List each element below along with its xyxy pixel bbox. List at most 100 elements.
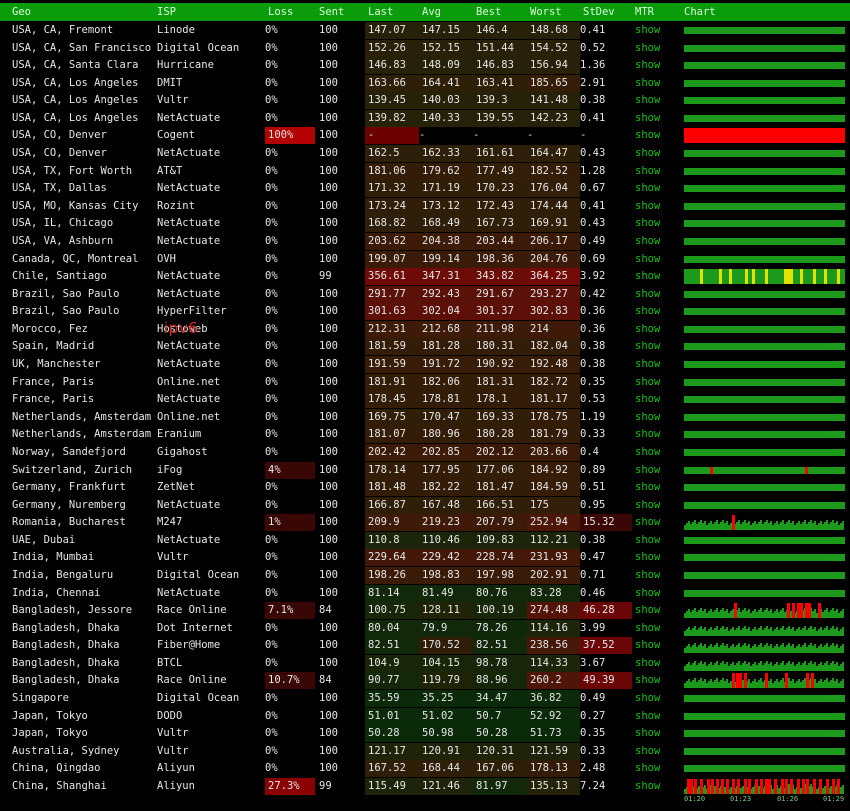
cell-loss: 0% bbox=[265, 621, 278, 634]
latency-chart-bar bbox=[684, 466, 845, 474]
mtr-show-link[interactable]: show bbox=[635, 145, 660, 162]
chart-loss-mark bbox=[808, 603, 811, 619]
chart-jitter-mark bbox=[813, 269, 816, 285]
cell-loss: 10.7% bbox=[265, 672, 315, 690]
mtr-show-link[interactable]: show bbox=[635, 374, 660, 391]
cell-worst: 148.68 bbox=[527, 22, 580, 39]
mtr-show-link[interactable]: show bbox=[635, 708, 660, 725]
mtr-show-link[interactable]: show bbox=[635, 497, 660, 514]
mtr-show-link[interactable]: show bbox=[635, 778, 660, 795]
cell-stdev: 2.48 bbox=[580, 762, 606, 775]
cell-last: 162.5 bbox=[365, 145, 419, 163]
table-row: UK, Manchester NetActuate 0% 100 191.59 191.7… bbox=[0, 356, 850, 374]
table-row: USA, CA, San Francisco Digital Ocean 0% 100… bbox=[0, 39, 850, 57]
cell-worst: 175 bbox=[527, 496, 580, 514]
latency-chart-bar bbox=[684, 361, 845, 369]
mtr-show-link[interactable]: show bbox=[635, 514, 660, 531]
mtr-show-link[interactable]: show bbox=[635, 532, 660, 549]
mtr-show-link[interactable]: show bbox=[635, 444, 660, 461]
chart-loss-mark bbox=[837, 778, 840, 794]
latency-chart-bar bbox=[684, 554, 845, 562]
cell-worst: 182.72 bbox=[527, 373, 580, 391]
mtr-show-link[interactable]: show bbox=[635, 743, 660, 760]
mtr-show-link[interactable]: show bbox=[635, 549, 660, 566]
chart-loss-mark bbox=[734, 603, 737, 619]
chart-loss-mark bbox=[737, 778, 740, 794]
mtr-show-link[interactable]: show bbox=[635, 409, 660, 426]
mtr-show-link[interactable]: show bbox=[635, 251, 660, 268]
cell-loss: 0% bbox=[265, 727, 278, 740]
cell-worst: 192.48 bbox=[527, 356, 580, 374]
mtr-show-link[interactable]: show bbox=[635, 92, 660, 109]
mtr-show-link[interactable]: show bbox=[635, 725, 660, 742]
cell-best: 139.3 bbox=[473, 92, 527, 110]
mtr-show-link[interactable]: show bbox=[635, 655, 660, 672]
cell-loss: 0% bbox=[265, 709, 278, 722]
cell-loss: 0% bbox=[265, 287, 278, 300]
latency-chart-bar bbox=[684, 431, 845, 439]
mtr-show-link[interactable]: show bbox=[635, 75, 660, 92]
cell-sent: 100 bbox=[319, 340, 338, 353]
cell-isp: Vultr bbox=[157, 94, 189, 107]
col-sent-header: Sent bbox=[319, 6, 345, 18]
mtr-show-link[interactable]: show bbox=[635, 180, 660, 197]
mtr-show-link[interactable]: show bbox=[635, 303, 660, 320]
table-row: Brazil, Sao Paulo NetActuate 0% 100 291.77 29… bbox=[0, 285, 850, 303]
mtr-show-link[interactable]: show bbox=[635, 198, 660, 215]
cell-geo: France, Paris bbox=[12, 375, 95, 388]
mtr-show-link[interactable]: show bbox=[635, 426, 660, 443]
mtr-show-link[interactable]: show bbox=[635, 620, 660, 637]
mtr-show-link[interactable]: show bbox=[635, 22, 660, 39]
mtr-show-link[interactable]: show bbox=[635, 690, 660, 707]
mtr-show-link[interactable]: show bbox=[635, 57, 660, 74]
mtr-show-link[interactable]: show bbox=[635, 233, 660, 250]
mtr-show-link[interactable]: show bbox=[635, 760, 660, 777]
cell-stdev: 0.52 bbox=[580, 41, 606, 54]
mtr-show-link[interactable]: show bbox=[635, 356, 660, 373]
cell-stdev: 0.4 bbox=[580, 445, 599, 458]
latency-chart-bar bbox=[684, 621, 845, 636]
cell-geo: USA, CA, Los Angeles bbox=[12, 94, 139, 107]
mtr-show-link[interactable]: show bbox=[635, 215, 660, 232]
table-row: USA, CO, Denver NetActuate 0% 100 162.5 162.3… bbox=[0, 145, 850, 163]
cell-avg: 182.06 bbox=[419, 373, 473, 391]
mtr-show-link[interactable]: show bbox=[635, 462, 660, 479]
mtr-show-link[interactable]: show bbox=[635, 672, 660, 689]
mtr-show-link[interactable]: show bbox=[635, 637, 660, 654]
cell-best: 80.76 bbox=[473, 584, 527, 602]
mtr-show-link[interactable]: show bbox=[635, 40, 660, 57]
mtr-show-link[interactable]: show bbox=[635, 286, 660, 303]
cell-worst: 52.92 bbox=[527, 707, 580, 725]
mtr-show-link[interactable]: show bbox=[635, 127, 660, 144]
mtr-show-link[interactable]: show bbox=[635, 268, 660, 285]
mtr-show-link[interactable]: show bbox=[635, 338, 660, 355]
cell-best: 172.43 bbox=[473, 197, 527, 215]
chart-loss-mark bbox=[710, 466, 713, 474]
cell-avg: 167.48 bbox=[419, 496, 473, 514]
table-row: Canada, QC, Montreal OVH 0% 100 199.07 199.14… bbox=[0, 250, 850, 268]
cell-isp: Vultr bbox=[157, 727, 189, 740]
mtr-show-link[interactable]: show bbox=[635, 602, 660, 619]
cell-geo: Morocco, Fez bbox=[12, 322, 88, 335]
cell-last: 115.49 bbox=[365, 777, 419, 795]
chart-loss-mark bbox=[748, 778, 751, 794]
col-best-header: Best bbox=[476, 6, 502, 18]
mtr-show-link[interactable]: show bbox=[635, 391, 660, 408]
cell-geo: USA, IL, Chicago bbox=[12, 217, 114, 230]
mtr-show-link[interactable]: show bbox=[635, 479, 660, 496]
latency-chart-bar bbox=[684, 269, 845, 285]
cell-last: 166.87 bbox=[365, 496, 419, 514]
chart-jitter-mark bbox=[729, 269, 732, 285]
cell-last: 90.77 bbox=[365, 672, 419, 690]
cell-worst: 178.75 bbox=[527, 408, 580, 426]
cell-geo: Germany, Nuremberg bbox=[12, 498, 126, 511]
mtr-show-link[interactable]: show bbox=[635, 110, 660, 127]
cell-isp: AT&T bbox=[157, 164, 183, 177]
mtr-show-link[interactable]: show bbox=[635, 321, 660, 338]
mtr-show-link[interactable]: show bbox=[635, 163, 660, 180]
cell-avg: - bbox=[419, 129, 426, 142]
mtr-show-link[interactable]: show bbox=[635, 585, 660, 602]
cell-last: 181.48 bbox=[365, 479, 419, 497]
cell-geo: USA, TX, Dallas bbox=[12, 182, 107, 195]
mtr-show-link[interactable]: show bbox=[635, 567, 660, 584]
